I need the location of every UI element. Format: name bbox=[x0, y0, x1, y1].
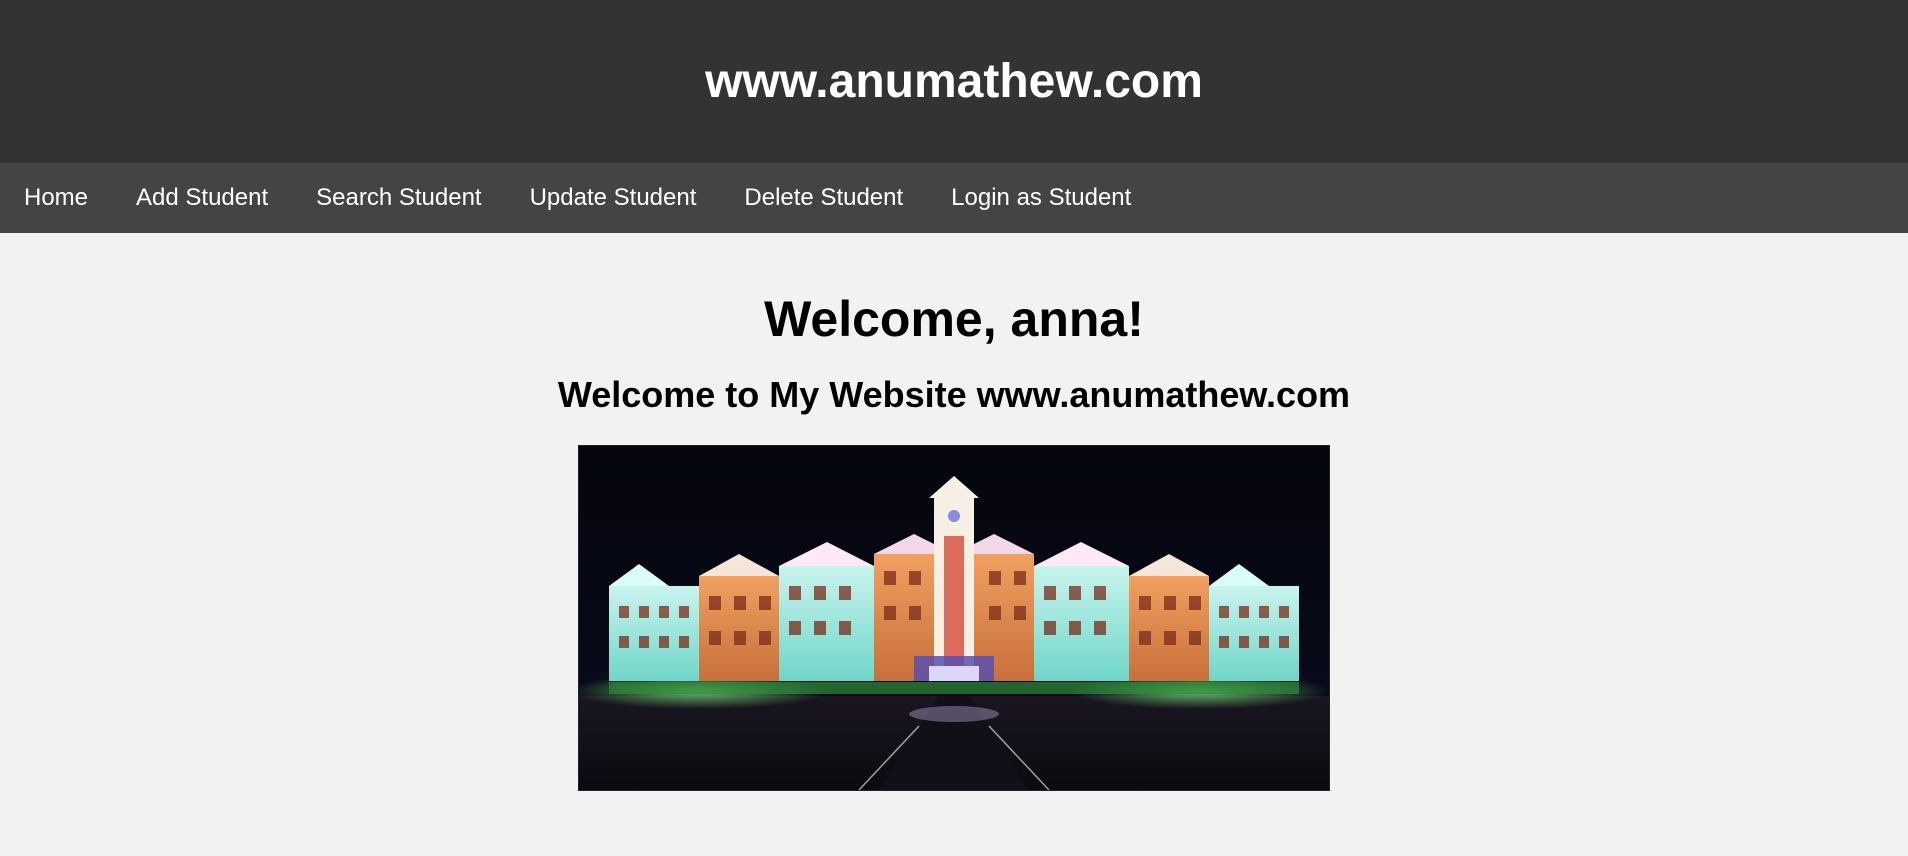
nav-item-login-as-student[interactable]: Login as Student bbox=[951, 184, 1131, 212]
site-title: www.anumathew.com bbox=[705, 54, 1203, 108]
welcome-site-heading: Welcome to My Website www.anumathew.com bbox=[557, 374, 1351, 415]
nav-item-add-student[interactable]: Add Student bbox=[136, 184, 268, 212]
nav-item-home[interactable]: Home bbox=[24, 184, 88, 212]
campus-building-image bbox=[578, 445, 1330, 791]
welcome-user-heading: Welcome, anna! bbox=[764, 291, 1144, 347]
nav-item-update-student[interactable]: Update Student bbox=[530, 184, 697, 212]
site-header: www.anumathew.com bbox=[0, 0, 1908, 163]
main-nav: Home Add Student Search Student Update S… bbox=[0, 163, 1908, 233]
nav-item-delete-student[interactable]: Delete Student bbox=[744, 184, 903, 212]
main-content: Welcome, anna! Welcome to My Website www… bbox=[0, 233, 1908, 791]
nav-item-search-student[interactable]: Search Student bbox=[316, 184, 481, 212]
